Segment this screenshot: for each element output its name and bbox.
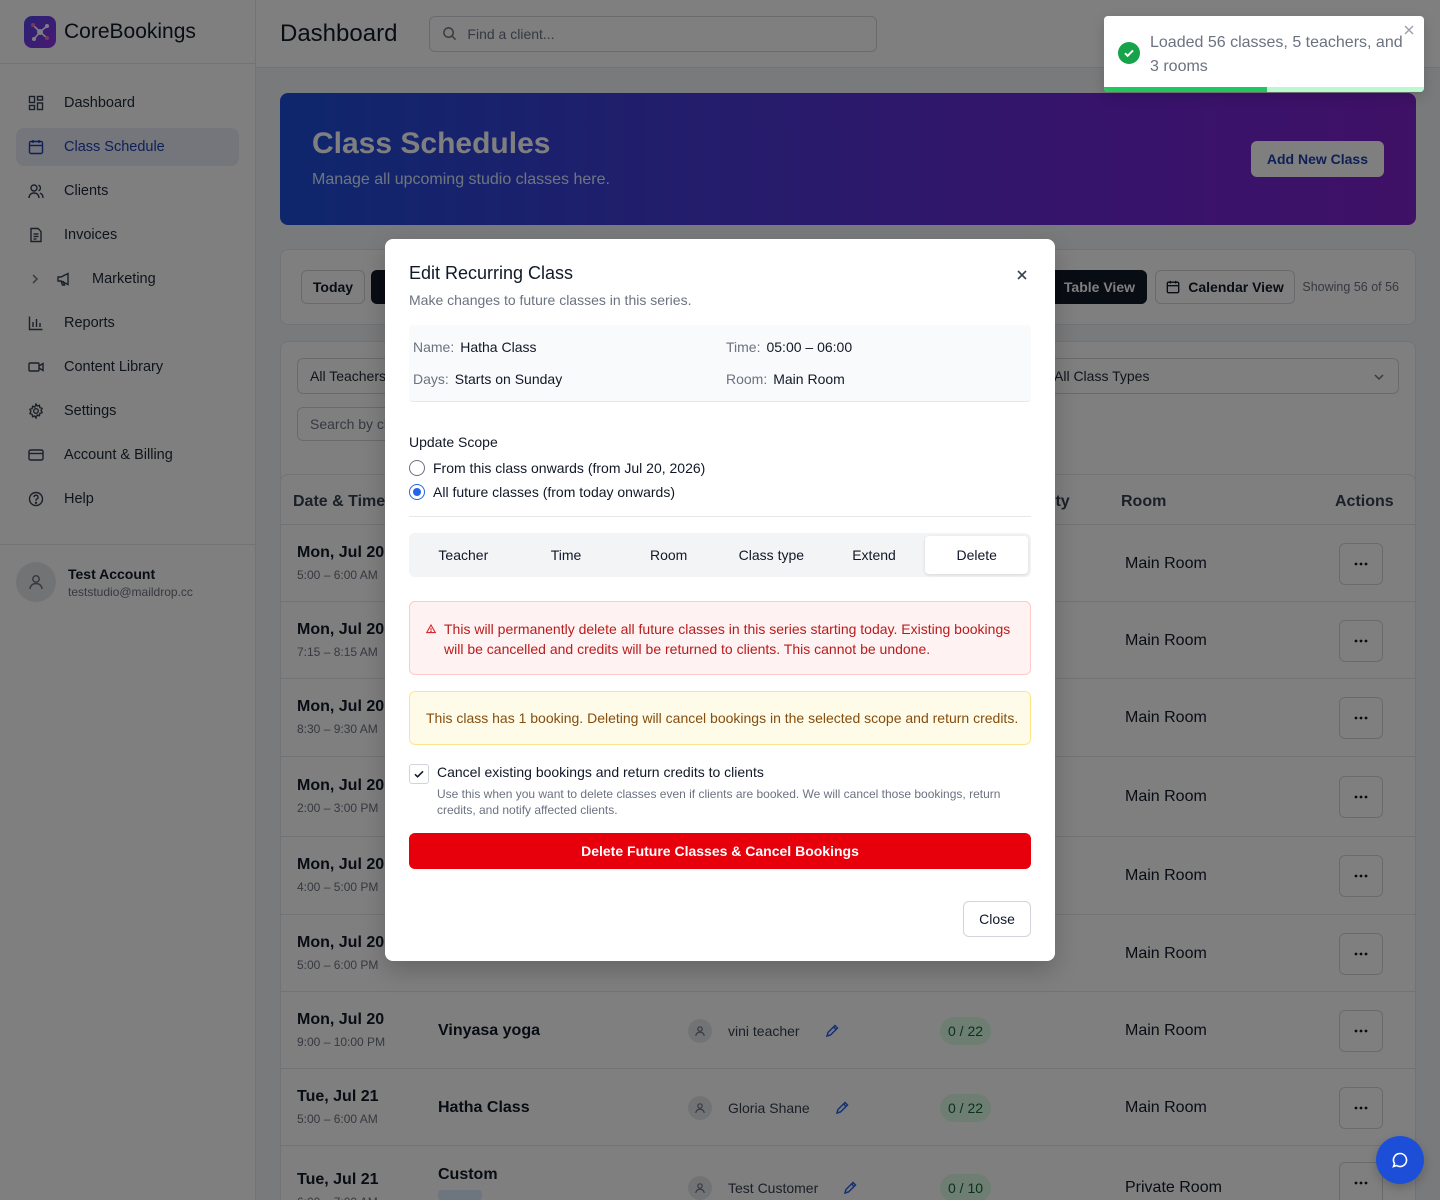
time-label: Time: <box>726 339 761 355</box>
toast-progress-bar <box>1104 87 1268 92</box>
checkbox-label[interactable]: Cancel existing bookings and return cred… <box>437 764 764 780</box>
check-icon <box>414 770 424 778</box>
edit-recurring-class-dialog: Edit Recurring Class Make changes to fut… <box>385 239 1055 961</box>
class-time-value: 05:00 – 06:00 <box>766 339 853 355</box>
tab-delete[interactable]: Delete <box>925 536 1029 574</box>
toast-notification: Loaded 56 classes, 5 teachers, and 3 roo… <box>1104 16 1424 92</box>
cancel-bookings-checkbox[interactable] <box>409 764 429 784</box>
name-label: Name: <box>413 339 455 355</box>
class-room-value: Main Room <box>773 371 845 387</box>
close-icon[interactable] <box>1013 266 1031 284</box>
close-button[interactable]: Close <box>963 901 1031 937</box>
tab-time[interactable]: Time <box>515 536 618 574</box>
dialog-title: Edit Recurring Class <box>409 263 574 283</box>
delete-future-classes-button[interactable]: Delete Future Classes & Cancel Bookings <box>409 833 1031 869</box>
class-days-value: Starts on Sunday <box>454 371 563 387</box>
danger-text: This will permanently delete all future … <box>444 621 1011 657</box>
tab-extend[interactable]: Extend <box>823 536 926 574</box>
dialog-subtitle: Make changes to future classes in this s… <box>409 292 692 308</box>
close-icon[interactable] <box>1402 23 1416 37</box>
tab-room[interactable]: Room <box>617 536 720 574</box>
scope-option-label: From this class onwards (from Jul 20, 20… <box>433 460 706 476</box>
scope-option-label: All future classes (from today onwards) <box>433 484 675 500</box>
checkbox-help-text: Use this when you want to delete classes… <box>437 787 1001 817</box>
scope-option-from-this-class[interactable]: From this class onwards (from Jul 20, 20… <box>409 460 705 476</box>
class-name-value: Hatha Class <box>460 339 537 355</box>
success-check-icon <box>1118 42 1140 64</box>
scope-option-all-future[interactable]: All future classes (from today onwards) <box>409 484 675 500</box>
warning-triangle-icon <box>426 624 436 634</box>
toast-message: Loaded 56 classes, 5 teachers, and 3 roo… <box>1150 34 1403 75</box>
booking-warning-alert: This class has 1 booking. Deleting will … <box>409 691 1031 745</box>
delete-danger-alert: This will permanently delete all future … <box>409 601 1031 675</box>
warning-text: This class has 1 booking. Deleting will … <box>426 710 1019 726</box>
chat-bubble-icon <box>1392 1152 1408 1168</box>
radio-button[interactable] <box>409 460 425 476</box>
days-label: Days: <box>413 371 449 387</box>
update-scope-title: Update Scope <box>409 434 498 450</box>
room-label: Room: <box>726 371 768 387</box>
chat-button[interactable] <box>1376 1136 1424 1184</box>
class-info-summary: Name: Hatha Class Time: 05:00 – 06:00 Days… <box>409 325 1031 402</box>
tab-teacher[interactable]: Teacher <box>412 536 515 574</box>
divider <box>409 516 1031 517</box>
radio-button-selected[interactable] <box>409 484 425 500</box>
edit-tabs: Teacher Time Room Class type Extend Dele… <box>409 533 1031 577</box>
tab-class-type[interactable]: Class type <box>720 536 823 574</box>
